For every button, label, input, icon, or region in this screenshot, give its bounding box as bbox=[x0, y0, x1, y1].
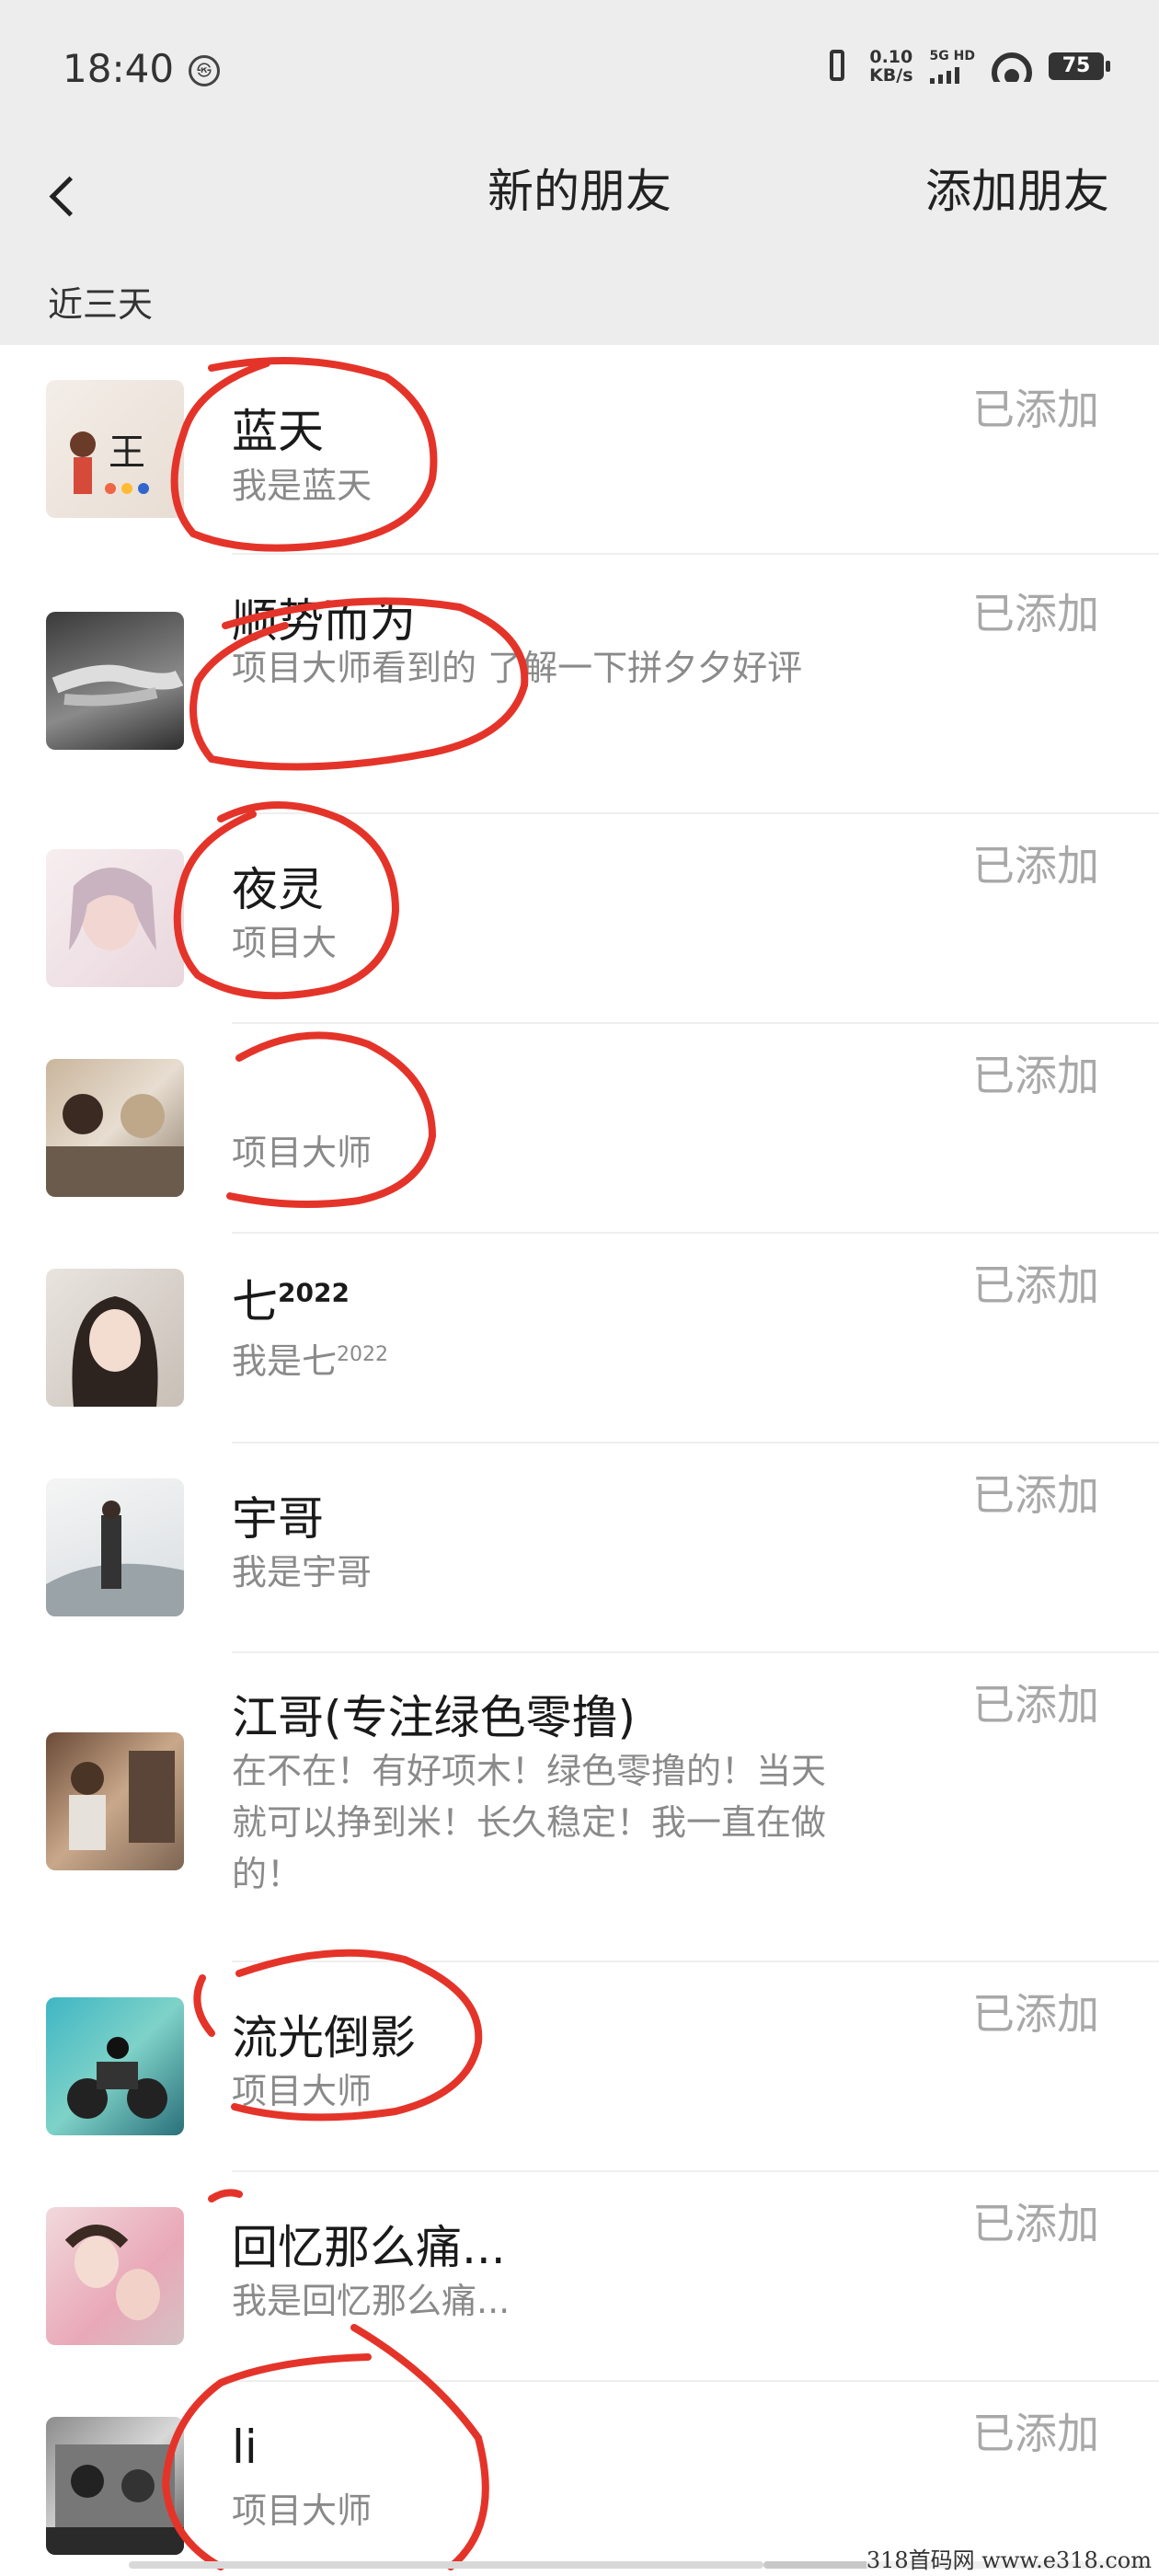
avatar bbox=[46, 1059, 184, 1197]
vibrate-icon bbox=[821, 48, 853, 85]
friend-message: 项目大师看到的 了解一下拼夕夕好评 bbox=[232, 648, 803, 688]
watermark: 318首码网 www.e318.com bbox=[866, 2542, 1152, 2574]
signal-bars-icon bbox=[929, 65, 975, 84]
friend-message: 在不在！有好项木！绿色零撸的！当天就可以挣到米！长久稳定！我一直在做的！ bbox=[232, 1751, 827, 1894]
status-icons: 0.10 KB/s 5G HD 75 bbox=[821, 48, 1110, 85]
added-status: 已添加 bbox=[972, 385, 1099, 434]
friend-row[interactable]: 七2022 我是七2022 已添加 bbox=[0, 1234, 1159, 1443]
added-status: 已添加 bbox=[972, 2409, 1099, 2458]
add-friend-button[interactable]: 添加朋友 bbox=[925, 155, 1109, 221]
friend-row[interactable]: 流光倒影 项目大师 已添加 bbox=[0, 1962, 1159, 2172]
added-status: 已添加 bbox=[972, 589, 1099, 638]
avatar bbox=[46, 1997, 184, 2135]
signal-label: 5G HD bbox=[929, 49, 975, 63]
network-speed-unit: KB/s bbox=[869, 65, 913, 86]
avatar bbox=[46, 612, 184, 750]
avatar bbox=[46, 849, 184, 987]
friend-message: 我是七2022 bbox=[232, 1340, 389, 1382]
friend-message: 我是宇哥 bbox=[232, 1552, 373, 1593]
status-time: 18:40 bbox=[63, 46, 175, 91]
friend-name: 回忆那么痛... bbox=[232, 2221, 506, 2274]
friend-row[interactable]: 回忆那么痛... 我是回忆那么痛... 已添加 bbox=[0, 2172, 1159, 2382]
added-status: 已添加 bbox=[972, 841, 1099, 891]
friend-row[interactable]: 宇哥 我是宇哥 已添加 bbox=[0, 1443, 1159, 1653]
friend-message: 项目大师 bbox=[232, 1133, 373, 1173]
friend-message: 我是回忆那么痛... bbox=[232, 2281, 511, 2321]
navigation-bar: 新的朋友 添加朋友 bbox=[0, 138, 1159, 258]
added-status: 已添加 bbox=[972, 1989, 1099, 2039]
friend-message: 我是蓝天 bbox=[232, 466, 373, 506]
home-indicator bbox=[129, 2561, 763, 2569]
friend-name: 宇哥 bbox=[232, 1492, 324, 1546]
svg-text:王: 王 bbox=[109, 431, 145, 474]
added-status: 已添加 bbox=[972, 2199, 1099, 2248]
avatar bbox=[46, 1478, 184, 1616]
signal-indicator: 5G HD bbox=[929, 49, 975, 84]
friend-name: 顺势而为 bbox=[232, 594, 416, 648]
friend-name: 七2022 bbox=[232, 1275, 350, 1328]
avatar bbox=[46, 1732, 184, 1870]
friend-message: 项目大 bbox=[232, 923, 338, 963]
friend-row[interactable]: 项目大师 已添加 bbox=[0, 1024, 1159, 1234]
battery-icon: 75 bbox=[1049, 52, 1110, 80]
avatar bbox=[46, 1269, 184, 1407]
avatar bbox=[46, 2417, 184, 2555]
friend-name: 夜灵 bbox=[232, 863, 324, 916]
hd-call-icon: ㉿ bbox=[189, 55, 220, 86]
friend-message: 项目大师 bbox=[232, 2490, 373, 2531]
section-header: 近三天 bbox=[0, 258, 1159, 345]
friend-row[interactable]: 王 蓝天 我是蓝天 已添加 bbox=[0, 345, 1159, 555]
friend-message: 项目大师 bbox=[232, 2071, 373, 2111]
avatar: 王 bbox=[46, 380, 184, 518]
section-label: 近三天 bbox=[48, 284, 154, 325]
wifi-icon bbox=[992, 51, 1032, 82]
network-speed: 0.10 KB/s bbox=[869, 48, 912, 85]
friend-row[interactable]: 顺势而为 项目大师看到的 了解一下拼夕夕好评 已添加 bbox=[0, 555, 1159, 814]
friend-row[interactable]: 夜灵 项目大 已添加 bbox=[0, 814, 1159, 1024]
friend-name: 流光倒影 bbox=[232, 2011, 416, 2064]
status-bar: 18:40 ㉿ 0.10 KB/s 5G HD 75 bbox=[0, 0, 1159, 138]
added-status: 已添加 bbox=[972, 1680, 1099, 1730]
network-speed-value: 0.10 bbox=[869, 47, 913, 67]
added-status: 已添加 bbox=[972, 1051, 1099, 1100]
added-status: 已添加 bbox=[972, 1470, 1099, 1520]
added-status: 已添加 bbox=[972, 1260, 1099, 1310]
avatar bbox=[46, 2207, 184, 2345]
friend-name: 蓝天 bbox=[232, 405, 324, 458]
friend-row[interactable]: 江哥(专注绿色零撸) 在不在！有好项木！绿色零撸的！当天就可以挣到米！长久稳定！… bbox=[0, 1653, 1159, 1962]
friend-name: 江哥(专注绿色零撸) bbox=[232, 1691, 637, 1744]
friend-name: li bbox=[232, 2421, 258, 2474]
